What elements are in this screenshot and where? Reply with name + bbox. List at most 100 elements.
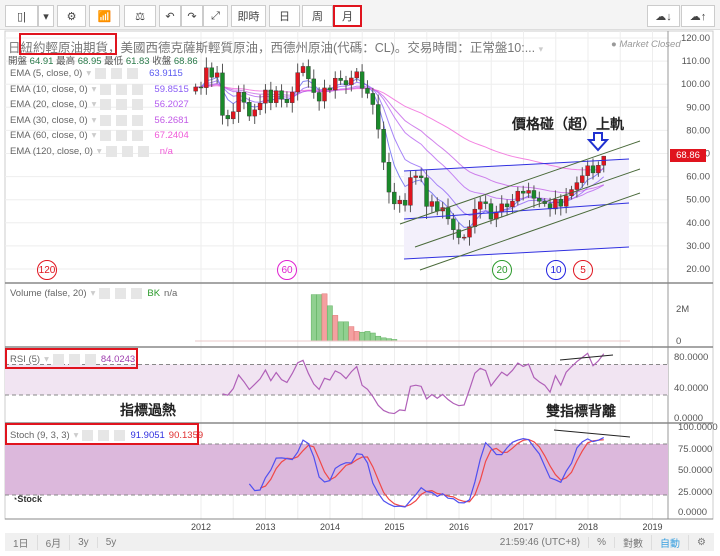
candle-body (397, 199, 402, 205)
last-price-tag: 68.86 (670, 149, 706, 162)
ohlc-readout: 開盤 64.91 最高 68.95 最低 61.83 收盤 68.86 (8, 53, 198, 67)
log-toggle[interactable]: 對數 (615, 534, 653, 550)
volume-bar (343, 321, 349, 342)
gear-icon[interactable] (111, 68, 123, 79)
watermark-logo: ◔Stock (12, 494, 42, 504)
close-icon[interactable] (131, 288, 143, 299)
candle-body (418, 175, 424, 178)
x-tick-label: 2017 (513, 522, 533, 532)
volume-bar (348, 326, 355, 342)
close-icon[interactable] (132, 99, 144, 110)
candle-body (257, 102, 263, 111)
candle-body (359, 71, 365, 89)
percent-toggle[interactable]: % (589, 536, 616, 548)
candle-body (231, 111, 236, 120)
highlight-box-title (19, 33, 117, 55)
candle-body (343, 80, 349, 86)
chevron-down-icon[interactable]: ▾ (91, 288, 96, 299)
candle-body (220, 72, 225, 116)
gear-icon[interactable] (116, 83, 128, 95)
ema-value: 56.2027 (154, 99, 189, 110)
stoch-tick-label: 100.0000 (678, 422, 718, 433)
highlight-box-rsi (5, 348, 138, 369)
candle-body (531, 190, 537, 199)
price-tick-label: 50.00 (686, 195, 710, 206)
chevron-down-icon[interactable]: ▾ (97, 146, 102, 157)
chevron-down-icon[interactable]: ▾ (86, 68, 91, 79)
gear-icon[interactable] (116, 114, 128, 126)
candle-body (354, 71, 359, 79)
ema-label: EMA (120, close, 0) (10, 145, 93, 157)
candle-body (333, 77, 338, 91)
candle-body (198, 86, 204, 89)
gear-icon[interactable] (121, 145, 133, 157)
chevron-down-icon[interactable]: ▾ (92, 130, 97, 141)
open-label: 開盤 (8, 56, 28, 67)
candle-body (574, 182, 580, 190)
candle-body (273, 90, 279, 103)
candle-body (349, 77, 354, 86)
period-marker-circle: 60 (277, 260, 297, 280)
chevron-down-icon[interactable]: ▾ (92, 99, 97, 110)
close-icon[interactable] (137, 145, 149, 157)
eye-icon[interactable] (100, 99, 112, 110)
range-5y[interactable]: 5y (98, 537, 125, 548)
x-tick-label: 2016 (449, 522, 469, 532)
candle-body (263, 89, 268, 104)
candle-body (499, 203, 504, 213)
candle-body (284, 99, 290, 103)
candle-body (461, 236, 467, 239)
volume-bar (337, 321, 344, 342)
auto-toggle[interactable]: 自動 (652, 534, 690, 550)
ema-legend: EMA (10, close, 0) ▾ 59.8515 (10, 83, 189, 95)
eye-icon[interactable] (95, 68, 107, 79)
stoch-tick-label: 25.0000 (678, 487, 712, 498)
close-icon[interactable] (132, 114, 144, 126)
close-icon[interactable] (132, 83, 144, 95)
eye-icon[interactable] (100, 83, 112, 95)
candle-body (214, 72, 220, 78)
volume-legend: Volume (false, 20) ▾ BK n/a (10, 288, 177, 299)
range-1d[interactable]: 1日 (5, 534, 38, 550)
eye-icon[interactable] (99, 288, 111, 299)
x-tick-label: 2019 (642, 522, 662, 532)
price-tick-label: 20.00 (686, 264, 710, 275)
candle-body (424, 177, 429, 207)
ema-value: 56.2681 (154, 114, 189, 126)
gear-icon[interactable] (115, 288, 127, 299)
annotation-overheat: 指標過熱 (120, 403, 176, 419)
price-tick-label: 110.00 (682, 56, 710, 67)
gear-icon[interactable] (116, 99, 128, 110)
volume-bk: BK (147, 288, 161, 299)
candle-body (386, 162, 392, 193)
ema-label: EMA (60, close, 0) (10, 130, 88, 141)
candle-body (327, 87, 333, 91)
gear-icon[interactable]: ⚙ (689, 537, 714, 548)
eye-icon[interactable] (105, 145, 117, 157)
candle-body (376, 104, 381, 130)
candle-body (596, 165, 601, 174)
range-3y[interactable]: 3y (70, 536, 98, 548)
close-icon[interactable] (132, 130, 144, 141)
highlight-box-stoch (5, 423, 199, 445)
low-label: 最低 (104, 56, 124, 67)
gear-icon[interactable] (116, 130, 128, 141)
eye-icon[interactable] (100, 114, 112, 126)
rsi-tick-label: 40.0000 (674, 383, 708, 394)
volume-bar (364, 331, 371, 342)
candle-body (429, 201, 435, 207)
candle-body (515, 190, 521, 202)
range-6m[interactable]: 6月 (38, 534, 71, 550)
close-icon[interactable] (127, 68, 139, 79)
x-tick-label: 2013 (255, 522, 275, 532)
candle-body (590, 165, 596, 174)
candle-body (445, 207, 451, 220)
chevron-down-icon[interactable]: ▾ (92, 115, 97, 126)
volume-bar (332, 315, 339, 342)
chevron-down-icon[interactable]: ▾ (92, 84, 97, 95)
chevron-down-icon[interactable]: ▾ (539, 44, 544, 54)
candle-body (381, 129, 386, 163)
eye-icon[interactable] (100, 130, 112, 141)
ema-label: EMA (20, close, 0) (10, 99, 88, 110)
volume-bar (353, 331, 360, 342)
